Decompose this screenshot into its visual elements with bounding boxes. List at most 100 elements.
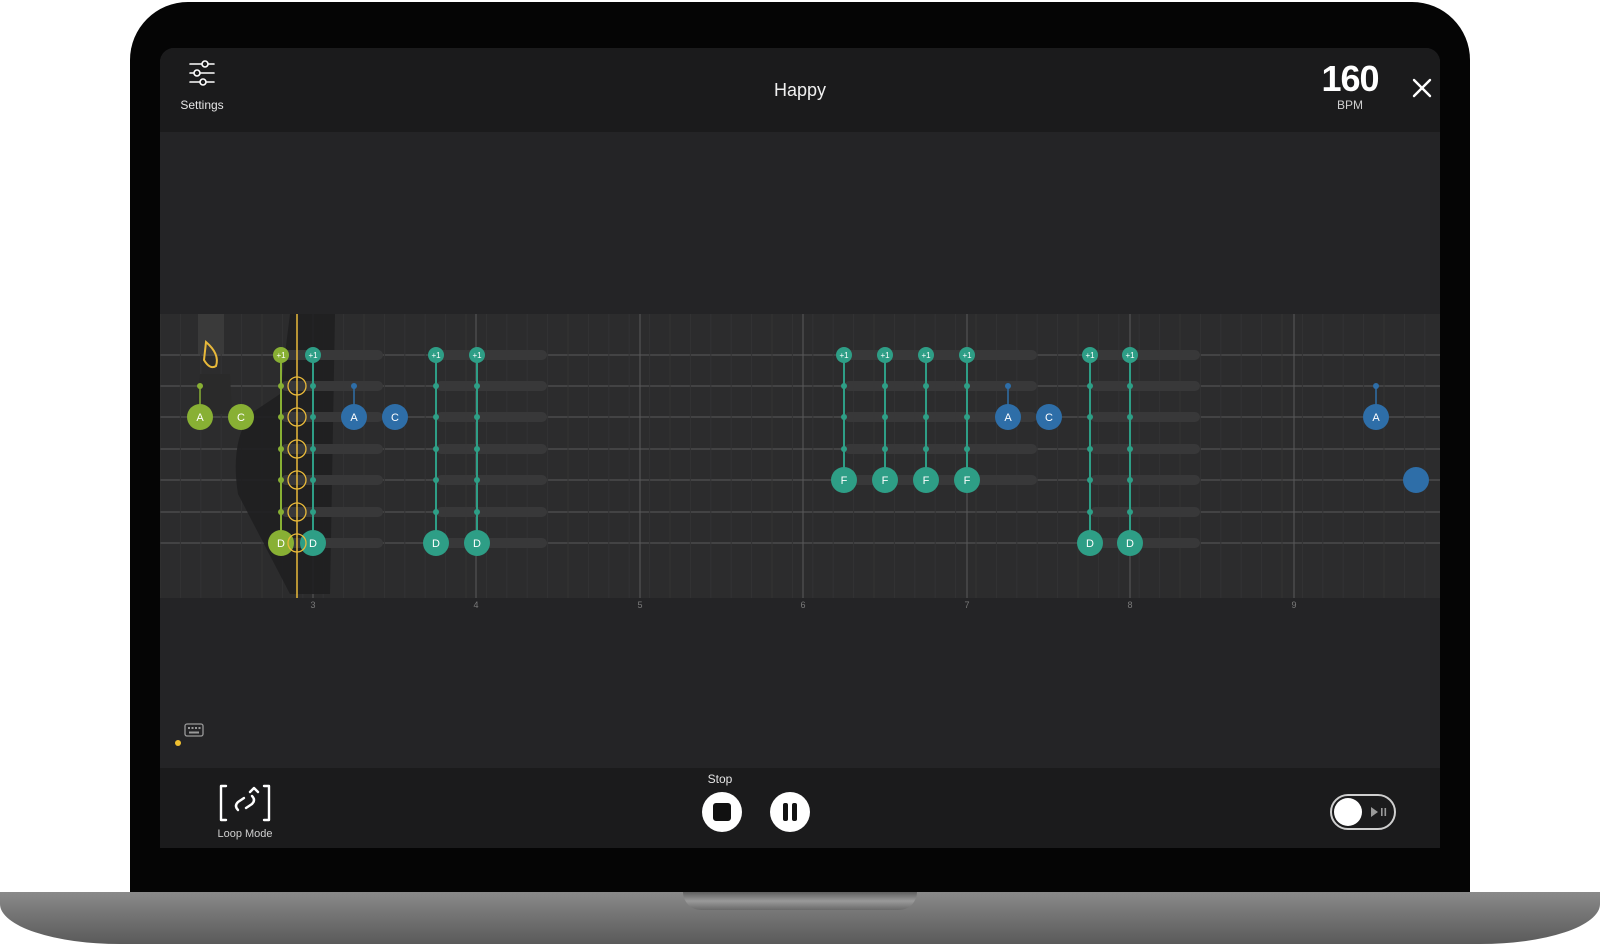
string-dot (841, 414, 847, 420)
pause-icon (783, 803, 788, 821)
note-head-label: F (964, 475, 971, 487)
string-dot (1127, 446, 1133, 452)
note-track[interactable]: A C +1 D +1 D A C +1 D +1 D +1 F +1 F +1 F +1 F A C +1 D +1 D A (160, 314, 1440, 598)
sustain-tail (967, 350, 1037, 360)
bpm-display[interactable]: 160 BPM (1310, 58, 1390, 113)
bar-number: 8 (1127, 600, 1133, 610)
sustain-tail (313, 381, 383, 391)
keyboard-icon[interactable] (184, 722, 204, 738)
string-dot (1373, 383, 1379, 389)
string-dot (964, 383, 970, 389)
note-head-label: C (237, 412, 245, 424)
close-icon[interactable] (1410, 76, 1434, 100)
fret-marker-label: +1 (472, 351, 482, 360)
string-dot (278, 477, 284, 483)
bar-number: 6 (800, 600, 806, 610)
string-dot (882, 446, 888, 452)
string-dot (474, 414, 480, 420)
string-dot (1087, 446, 1093, 452)
sustain-tail (313, 475, 383, 485)
string-dot (433, 383, 439, 389)
string-dot (474, 383, 480, 389)
string-dot (474, 446, 480, 452)
app-screen: Settings Happy 160 BPM A C +1 D +1 D A C +1 D +1 D +… (160, 48, 1440, 848)
note-head-label: F (923, 475, 930, 487)
sustain-tail (477, 507, 547, 517)
sustain-tail (1130, 412, 1200, 422)
fret-marker-label: +1 (1125, 351, 1135, 360)
sustain-tail (1130, 381, 1200, 391)
string-dot (1087, 477, 1093, 483)
string-dot (278, 446, 284, 452)
string-dot (278, 414, 284, 420)
bar-number: 7 (964, 600, 970, 610)
sustain-tail (313, 350, 383, 360)
sustain-tail (477, 381, 547, 391)
fret-marker-label: +1 (276, 351, 286, 360)
string-dot (923, 383, 929, 389)
note-head-label: D (277, 538, 285, 550)
string-dot (964, 446, 970, 452)
bar-number: 3 (310, 600, 316, 610)
note-head-label: F (882, 475, 889, 487)
note-head-label: C (1045, 412, 1053, 424)
sustain-tail (313, 507, 383, 517)
string-dot (1005, 383, 1011, 389)
string-dot (923, 414, 929, 420)
string-dot (964, 414, 970, 420)
sustain-tail (1130, 507, 1200, 517)
stop-icon (713, 803, 731, 821)
note-head-label: A (196, 412, 204, 424)
fret-marker-label: +1 (921, 351, 931, 360)
note-head-label: D (473, 538, 481, 550)
song-title: Happy (773, 80, 827, 100)
string-dot (1127, 477, 1133, 483)
status-dot (175, 740, 181, 746)
note-head-label: A (350, 412, 358, 424)
note-groups: A C +1 D +1 D A C +1 D +1 D +1 F +1 F +1 F +1 F A C +1 D +1 D A (187, 347, 1429, 556)
string-dot (1087, 414, 1093, 420)
string-dot (310, 446, 316, 452)
string-dot (1087, 509, 1093, 515)
fret-marker-label: +1 (431, 351, 441, 360)
string-dot (923, 446, 929, 452)
string-dot (310, 414, 316, 420)
string-dot (310, 509, 316, 515)
bottom-bar: Loop Mode Stop (160, 768, 1440, 848)
string-dot (1087, 383, 1093, 389)
stop-button[interactable] (702, 792, 742, 832)
note-head-label: A (1372, 412, 1380, 424)
sustain-tail (1130, 444, 1200, 454)
bpm-label: BPM (1336, 98, 1363, 112)
bpm-value: 160 (1321, 58, 1379, 99)
fret-marker-label: +1 (1085, 351, 1095, 360)
string-dot (1127, 509, 1133, 515)
sustain-tail (1130, 350, 1200, 360)
play-along-toggle[interactable] (1330, 794, 1396, 830)
bar-number: 9 (1291, 600, 1297, 610)
sustain-tail (477, 412, 547, 422)
sustain-tail (313, 444, 383, 454)
note-head-label: A (1004, 412, 1012, 424)
bar-number: 4 (473, 600, 479, 610)
pause-button[interactable] (770, 792, 810, 832)
sustain-tail (477, 350, 547, 360)
fret-marker-label: +1 (839, 351, 849, 360)
sustain-tail (1130, 475, 1200, 485)
toggle-knob (1334, 798, 1362, 826)
sustain-tail (477, 444, 547, 454)
sustain-tail (967, 381, 1037, 391)
note-head-label: D (432, 538, 440, 550)
bar-number: 5 (637, 600, 643, 610)
string-dot (474, 509, 480, 515)
string-dot (197, 383, 203, 389)
note-head-label: D (1126, 538, 1134, 550)
note-head-label: C (391, 412, 399, 424)
bar-numbers: 3 4 5 6 7 8 9 (160, 600, 1440, 614)
string-dot (882, 383, 888, 389)
string-dot (433, 414, 439, 420)
string-dot (841, 383, 847, 389)
tab-staff: A C +1 D +1 D A C +1 D +1 D +1 F +1 F +1 F +1 F A C +1 D +1 D A (160, 314, 1440, 598)
note-head-label: D (309, 538, 317, 550)
fret-marker-label: +1 (880, 351, 890, 360)
